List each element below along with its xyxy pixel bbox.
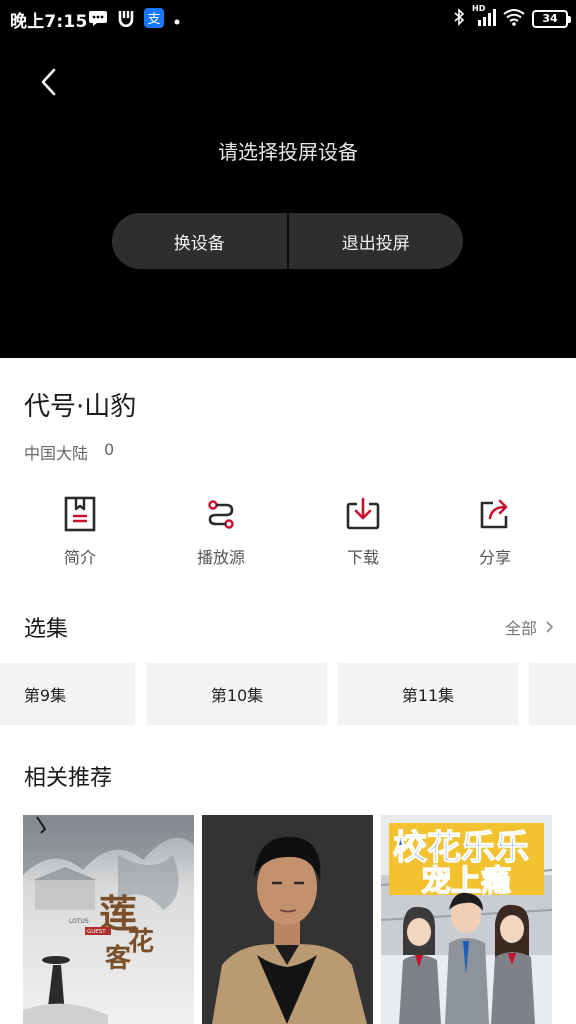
share-label: 分享 — [478, 548, 511, 567]
source-icon — [208, 500, 234, 529]
svg-text:LOTUS: LOTUS — [69, 918, 89, 925]
poster-list: 莲 花 客 LOTUS GUEST 校花乐乐 宠上瘾 — [0, 815, 576, 1024]
back-button[interactable] — [30, 62, 66, 102]
download-label: 下载 — [346, 548, 379, 567]
all-episodes-label: 全部 — [504, 619, 537, 638]
show-meta: 中国大陆 0 — [24, 440, 114, 464]
poster-lotus-guest[interactable]: 莲 花 客 LOTUS GUEST — [23, 815, 194, 1024]
show-region: 中国大陆 — [24, 444, 89, 463]
message-icon — [88, 10, 108, 30]
chevron-right-icon — [546, 621, 554, 633]
intro-label: 简介 — [63, 548, 96, 567]
poster-campus-belle-art: 校花乐乐 宠上瘾 — [381, 815, 552, 1024]
episode-item[interactable]: 第9集 — [0, 663, 135, 725]
signal-icon: HD — [472, 4, 496, 31]
change-device-button[interactable]: 换设备 — [112, 213, 287, 269]
cast-panel: 请选择投屏设备 换设备 退出投屏 — [0, 36, 576, 358]
episodes-title: 选集 — [24, 617, 69, 642]
status-bar: 晚上7:15 支 HD 34 — [0, 0, 576, 36]
svg-text:GUEST: GUEST — [87, 929, 106, 935]
show-title: 代号·山豹 — [24, 392, 137, 422]
network-label: HD — [472, 4, 486, 13]
show-count: 0 — [104, 440, 115, 459]
poster-portrait[interactable] — [202, 815, 373, 1024]
episode-list: 第9集 第10集 第11集 — [0, 663, 576, 725]
poster-portrait-art — [202, 815, 373, 1024]
action-row: 简介 播放源 下载 分享 — [0, 494, 576, 574]
episode-item[interactable] — [529, 663, 576, 725]
status-right-icons: HD 34 — [453, 4, 571, 31]
status-left-icons: 支 — [88, 8, 181, 32]
svg-text:客: 客 — [105, 943, 132, 974]
bluetooth-icon — [453, 8, 465, 30]
recommend-title: 相关推荐 — [24, 766, 113, 791]
status-time: 晚上7:15 — [10, 12, 88, 32]
battery-icon: 34 — [532, 10, 571, 28]
cast-button-group: 换设备 退出投屏 — [112, 213, 463, 269]
poster-campus-belle[interactable]: 校花乐乐 宠上瘾 — [381, 815, 552, 1024]
share-icon — [480, 499, 508, 529]
episode-item[interactable]: 第11集 — [338, 663, 518, 725]
exit-cast-button[interactable]: 退出投屏 — [289, 213, 464, 269]
svg-text:花: 花 — [128, 927, 154, 957]
cast-title: 请选择投屏设备 — [218, 140, 358, 164]
poster-lotus-guest-art: 莲 花 客 LOTUS GUEST — [23, 815, 194, 1024]
download-button[interactable]: 下载 — [308, 494, 418, 568]
share-button[interactable]: 分享 — [440, 494, 550, 568]
dot-icon — [173, 11, 181, 30]
wifi-icon — [503, 8, 525, 30]
download-icon — [346, 497, 380, 530]
chevron-left-icon — [41, 68, 56, 96]
poster-campus-title: 校花乐乐 — [393, 828, 529, 868]
source-button[interactable]: 播放源 — [166, 494, 276, 568]
shield-icon — [117, 9, 135, 31]
svg-text:支: 支 — [147, 12, 160, 27]
all-episodes-link[interactable]: 全部 — [505, 615, 554, 639]
episode-item[interactable]: 第10集 — [147, 663, 327, 725]
alipay-icon: 支 — [144, 8, 164, 32]
intro-button[interactable]: 简介 — [25, 494, 135, 568]
intro-icon — [64, 496, 96, 532]
source-label: 播放源 — [196, 548, 245, 567]
